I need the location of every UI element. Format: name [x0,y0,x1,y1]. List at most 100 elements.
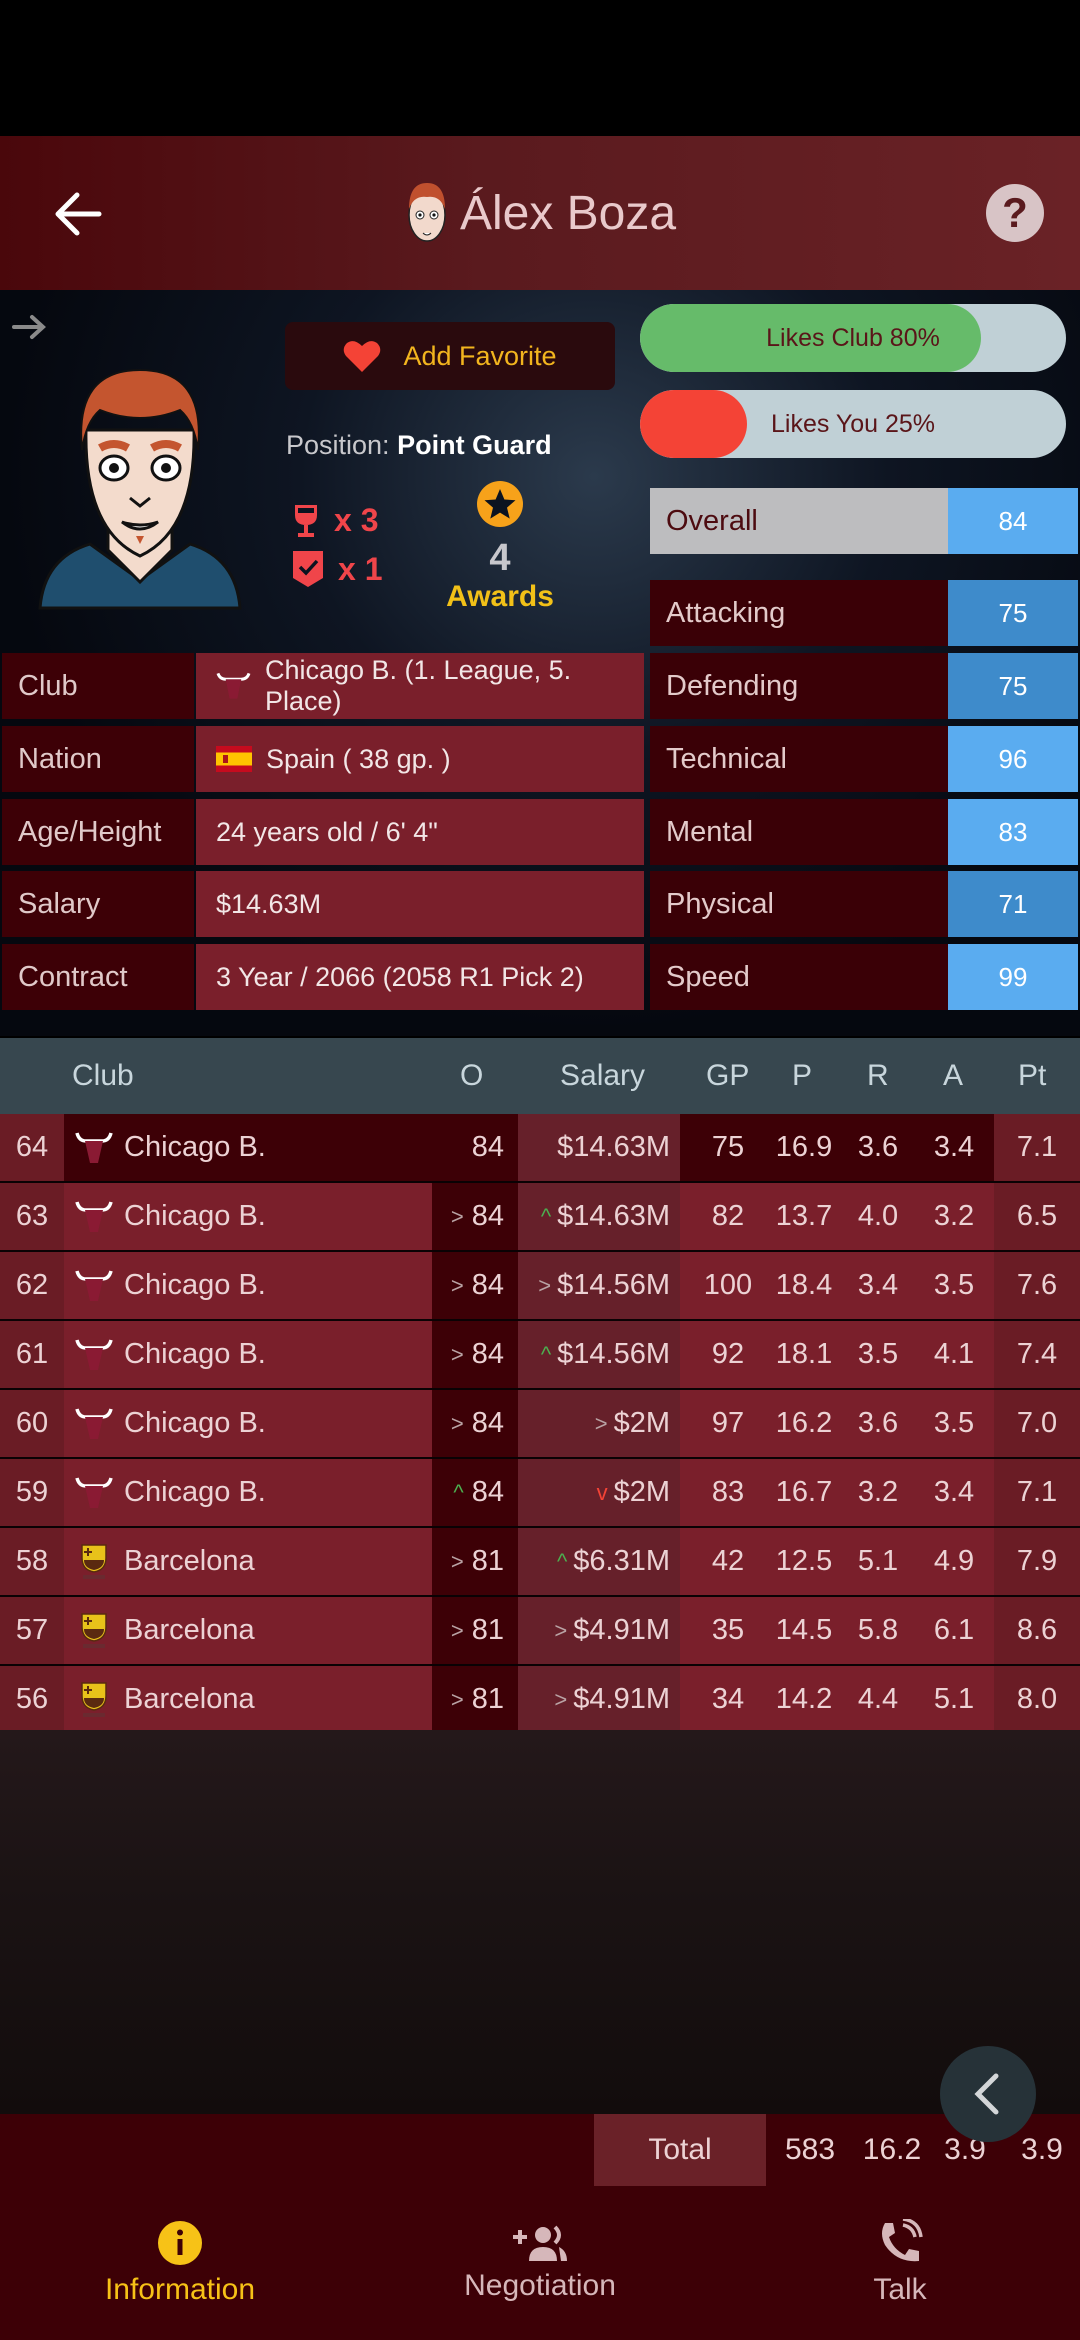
history-row[interactable]: 62 Chicago B. >84 > $14.56M 100 18.4 3.4 3.5 7.6 [0,1252,1080,1321]
history-row[interactable]: 57 Barcelona >81 > $4.91M 35 14.5 5.8 6.1 8.6 [0,1597,1080,1666]
pt-cell: 8.6 [994,1597,1080,1664]
col-gp[interactable]: GP [706,1038,749,1114]
overall-trend-same-icon: > [450,1341,464,1367]
salary-value: $4.91M [573,1614,670,1646]
history-row[interactable]: 59 Chicago B. ^ 84 v $2M 83 16.7 3.2 3.4 7.1 [0,1459,1080,1528]
club-name: Chicago B. [124,1407,266,1439]
assists-cell: 6.1 [933,1614,975,1646]
nav-information[interactable]: Information [0,2186,360,2340]
history-row[interactable]: 58 Barcelona >81 ^ $6.31M 42 12.5 5.1 4.9 7.9 [0,1528,1080,1597]
position-value: Point Guard [397,430,552,460]
attribute-speed: Speed 99 [650,944,1078,1010]
titles-count: x 1 [292,550,382,588]
player-avatar [38,368,242,610]
info-key: Nation [2,726,194,792]
club-name: Barcelona [124,1545,255,1577]
club-name: Chicago B. [124,1200,266,1232]
rebounds-cell: 5.8 [857,1614,899,1646]
info-row-club[interactable]: Club Chicago B. (1. League, 5. Place) [2,653,644,719]
points-cell: 18.1 [775,1338,833,1370]
barcelona-logo-icon [81,1612,107,1648]
overall-cell: >84 [432,1321,518,1388]
history-row[interactable]: 61 Chicago B. >84 ^ $14.56M 92 18.1 3.5 4.1 7.4 [0,1321,1080,1390]
overall-cell: >81 [432,1666,518,1733]
bull-logo-icon [75,1269,113,1301]
col-points[interactable]: P [792,1038,812,1114]
overall-value: 84 [471,1476,504,1508]
col-salary[interactable]: Salary [560,1038,645,1114]
overall-cell: >84 [432,1390,518,1457]
season-cell: 60 [0,1390,64,1457]
games-played-cell: 92 [711,1338,745,1370]
club-cell: Chicago B. [64,1252,432,1319]
question-mark-icon: ? [1002,189,1028,236]
help-button[interactable]: ? [986,184,1044,242]
salary-value: $14.56M [557,1269,670,1301]
history-row[interactable]: 56 Barcelona >81 > $4.91M 34 14.2 4.4 5.1 8.0 [0,1666,1080,1735]
pt-cell: 8.0 [994,1666,1080,1733]
col-assists[interactable]: A [943,1038,963,1114]
status-bar [0,0,1080,136]
likes-you-bar: Likes You 25% [640,390,1066,458]
games-played-cell: 35 [711,1614,745,1646]
add-favorite-button[interactable]: Add Favorite [285,322,615,390]
assists-cell: 3.2 [933,1200,975,1232]
club-cell: Chicago B. [64,1114,432,1181]
overall-cell: >84 [432,1252,518,1319]
col-rebounds[interactable]: R [867,1038,889,1114]
pt-cell: 7.0 [994,1390,1080,1457]
assists-cell: 3.5 [933,1407,975,1439]
rebounds-cell: 3.6 [857,1407,899,1439]
pt-cell: 7.1 [994,1114,1080,1181]
add-people-icon [513,2225,567,2261]
likes-club-label: Likes Club 80% [766,323,940,352]
rebounds-cell: 4.0 [857,1200,899,1232]
totals-points: 16.2 [862,2133,922,2166]
history-row[interactable]: 60 Chicago B. >84 > $2M 97 16.2 3.6 3.5 7.0 [0,1390,1080,1459]
assists-cell: 3.4 [933,1131,975,1163]
season-cell: 63 [0,1183,64,1250]
games-played-cell: 97 [711,1407,745,1439]
col-overall[interactable]: O [460,1038,483,1114]
salary-value: $4.91M [573,1683,670,1715]
pt-cell: 7.6 [994,1252,1080,1319]
info-value: 24 years old / 6' 4" [216,816,438,847]
history-row[interactable]: 64 Chicago B. 84 $14.63M 75 16.9 3.6 3.4 7.1 [0,1114,1080,1183]
points-cell: 16.7 [775,1476,833,1508]
season-cell: 61 [0,1321,64,1388]
salary-value: $14.56M [557,1338,670,1370]
championships-value: x 3 [334,502,379,538]
overall-value: 84 [471,1269,504,1301]
col-club[interactable]: Club [72,1038,134,1114]
player-name: Álex Boza [459,186,677,240]
history-table-header: Club O Salary GP P R A Pt [0,1038,1080,1114]
overall-trend-same-icon: > [450,1548,464,1574]
col-pt[interactable]: Pt [1018,1038,1046,1114]
salary-trend-same-icon: > [594,1410,608,1436]
club-name: Chicago B. [124,1131,266,1163]
attribute-value: 83 [948,799,1078,865]
points-cell: 13.7 [775,1200,833,1232]
nav-talk[interactable]: Talk [720,2186,1080,2340]
overall-cell: ^ 84 [432,1459,518,1526]
club-cell: Chicago B. [64,1459,432,1526]
info-key: Club [2,653,194,719]
assists-cell: 4.1 [933,1338,975,1370]
salary-trend-up-icon: ^ [540,1341,552,1367]
overall-trend-same-icon: > [450,1203,464,1229]
salary-trend-same-icon: > [554,1686,568,1712]
salary-trend-same-icon: > [554,1617,568,1643]
bull-logo-icon [75,1407,113,1439]
collapse-button[interactable] [940,2046,1036,2142]
overall-value: 81 [471,1683,504,1715]
nav-negotiation[interactable]: Negotiation [360,2186,720,2340]
bull-logo-icon [216,672,251,699]
info-key: Salary [2,871,194,937]
player-avatar-small-icon [408,183,446,242]
awards-block[interactable]: 4 Awards [440,480,560,614]
info-value: 3 Year / 2066 (2058 R1 Pick 2) [216,961,584,992]
attribute-physical: Physical 71 [650,871,1078,937]
championships-count: x 3 [292,502,378,539]
pt-cell: 7.4 [994,1321,1080,1388]
history-row[interactable]: 63 Chicago B. >84 ^ $14.63M 82 13.7 4.0 3.2 6.5 [0,1183,1080,1252]
